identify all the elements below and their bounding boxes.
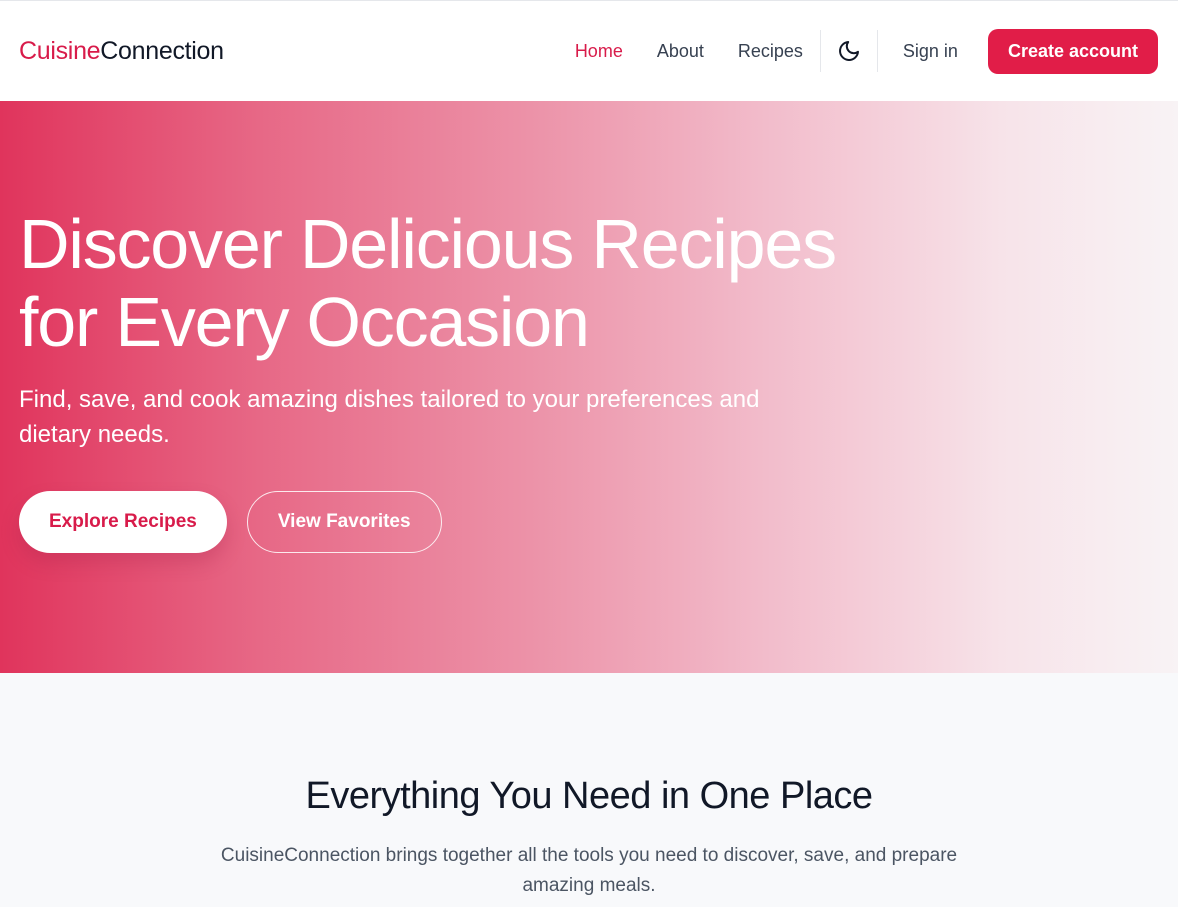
sign-in-link[interactable]: Sign in [878, 41, 988, 62]
nav-about[interactable]: About [640, 41, 721, 62]
hero-subtitle-line2: dietary needs. [19, 421, 170, 448]
logo[interactable]: Cuisine Connection [19, 37, 224, 66]
theme-toggle-button[interactable] [821, 30, 877, 72]
hero-actions: Explore Recipes View Favorites [19, 491, 442, 553]
hero-subtitle: Find, save, and cook amazing dishes tail… [19, 382, 819, 452]
features-subtitle-line2: amazing meals. [522, 875, 656, 896]
hero-title-line1: Discover Delicious Recipes [19, 205, 837, 283]
site-header: Cuisine Connection Home About Recipes Sig… [0, 0, 1178, 101]
create-account-button[interactable]: Create account [987, 28, 1158, 74]
hero-section: Discover Delicious Recipes for Every Occ… [0, 101, 1178, 673]
hero-title: Discover Delicious Recipes for Every Occ… [19, 205, 919, 361]
hero-subtitle-line1: Find, save, and cook amazing dishes tail… [19, 386, 760, 413]
features-title: Everything You Need in One Place [305, 775, 873, 817]
logo-cuisine: Cuisine [19, 36, 101, 65]
main-nav: Home About Recipes Sign in Create accoun… [558, 1, 1158, 101]
nav-recipes[interactable]: Recipes [721, 41, 820, 62]
view-favorites-button[interactable]: View Favorites [246, 491, 442, 553]
features-subtitle: CuisineConnection brings together all th… [194, 841, 984, 901]
features-subtitle-line1: CuisineConnection brings together all th… [220, 845, 958, 866]
hero-title-line2: for Every Occasion [19, 283, 590, 361]
logo-connection: Connection [100, 36, 224, 65]
explore-recipes-button[interactable]: Explore Recipes [19, 491, 227, 553]
features-section: Everything You Need in One Place Cuisine… [0, 673, 1178, 907]
nav-home[interactable]: Home [558, 41, 640, 62]
moon-icon [839, 41, 859, 61]
